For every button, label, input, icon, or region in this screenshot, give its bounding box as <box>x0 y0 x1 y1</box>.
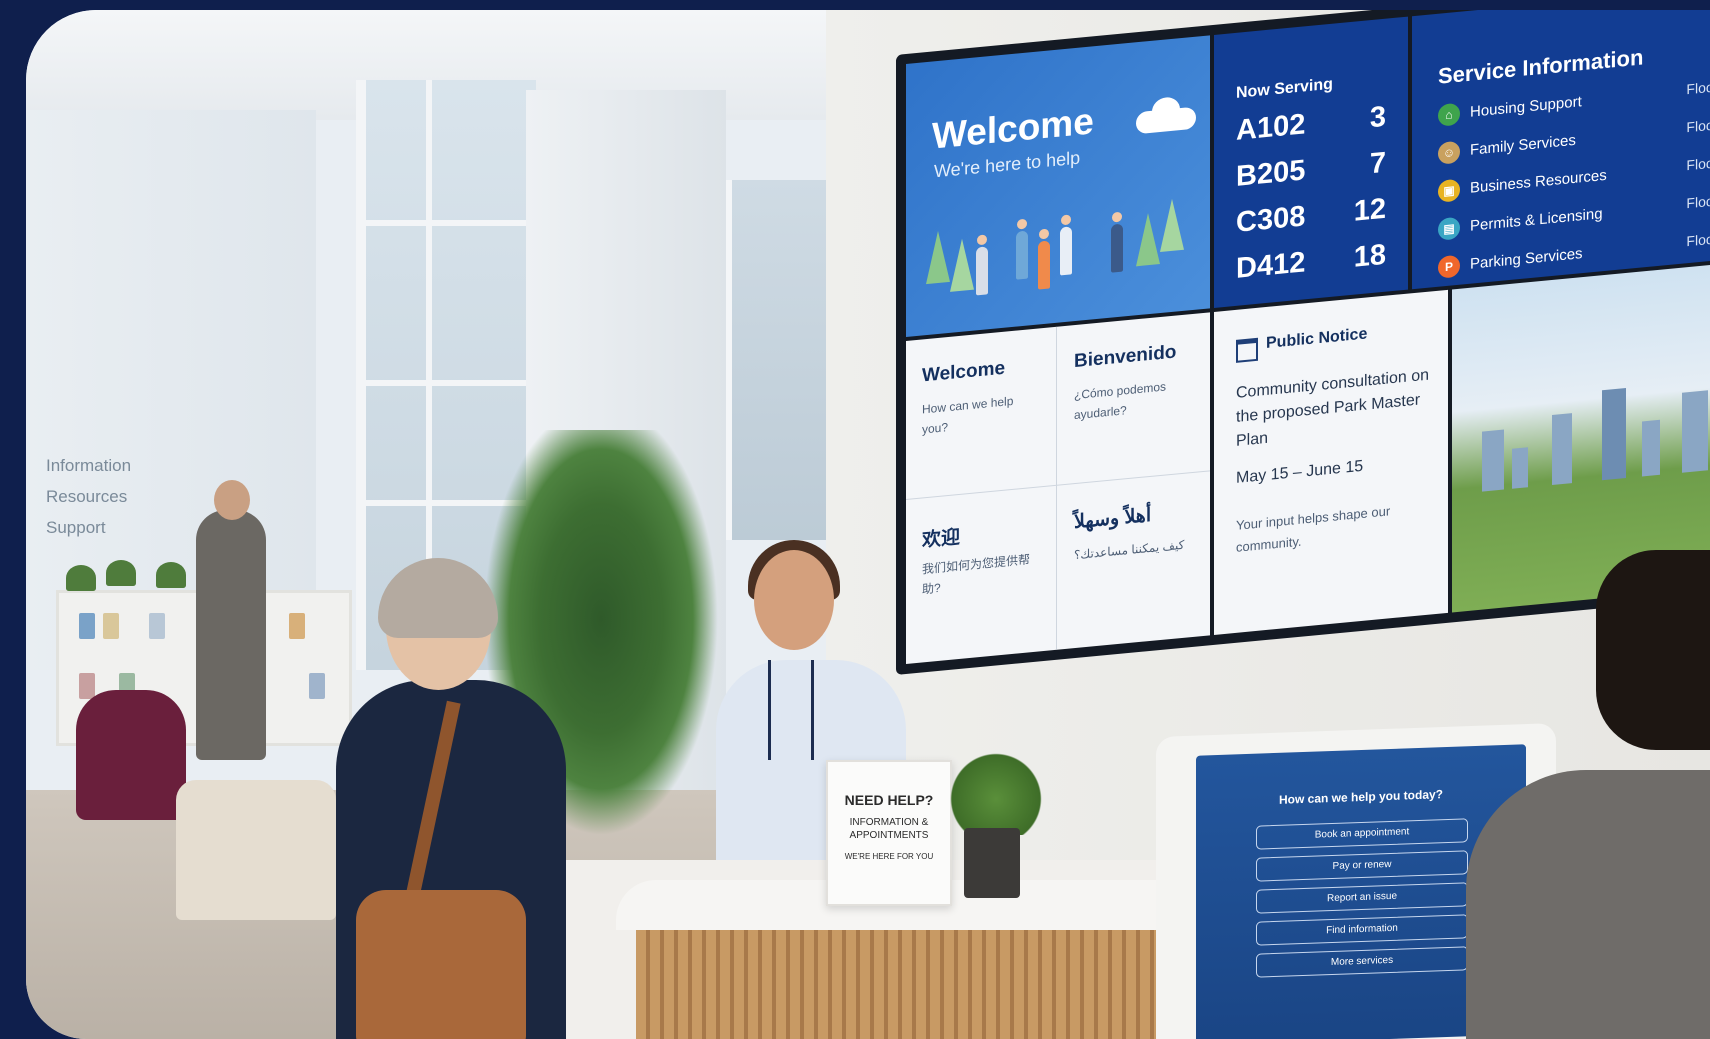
person-figure-icon <box>1111 223 1123 273</box>
wall-word-information: Information <box>46 456 132 475</box>
public-notice-footer: Your input helps shape our community. <box>1236 503 1391 555</box>
kiosk-book-appointment-button[interactable]: Book an appointment <box>1256 818 1468 850</box>
small-plant <box>156 562 186 588</box>
reception-desk-wood-slats <box>636 930 1216 1039</box>
home-icon: ⌂ <box>1438 102 1460 127</box>
armchair <box>176 780 336 920</box>
lanyard <box>768 660 814 760</box>
public-notice-dates: May 15 – June 15 <box>1236 457 1364 487</box>
wall-word-support: Support <box>46 518 106 537</box>
public-notice-heading: Public Notice <box>1266 325 1368 353</box>
serving-row: D412 18 <box>1236 239 1386 286</box>
welcome-chinese-text: 我们如何为您提供帮助? <box>922 552 1031 597</box>
service-label: Housing Support <box>1470 93 1582 121</box>
kiosk-find-information-button[interactable]: Find information <box>1256 914 1468 946</box>
tree-icon <box>1136 212 1160 267</box>
service-floor: Floor 2 <box>1686 191 1710 212</box>
kiosk-question: How can we help you today? <box>1278 787 1444 807</box>
multilingual-welcome-panel: Welcome How can we help you? Bienvenido … <box>906 312 1210 665</box>
service-label: Family Services <box>1470 131 1576 159</box>
person-figure-icon <box>976 246 988 296</box>
welcome-english: Welcome How can we help you? <box>906 327 1052 497</box>
small-plant <box>106 560 136 586</box>
background-person-head <box>214 480 250 520</box>
sign-footer: WE'RE HERE FOR YOU <box>844 852 934 861</box>
service-information-panel: Service Information ⌂ Housing Support Fl… <box>1412 10 1710 290</box>
serving-row: C308 12 <box>1236 193 1386 240</box>
divider <box>1056 326 1057 650</box>
shoulder-bag <box>356 890 526 1039</box>
video-wall-display: Welcome We're here to help Now Serving A… <box>896 10 1710 676</box>
plant-pot <box>964 828 1020 898</box>
counter-number: 18 <box>1353 238 1386 274</box>
service-floor: Floor 1 <box>1686 77 1710 98</box>
sign-subtitle: INFORMATION & APPOINTMENTS <box>849 817 929 841</box>
welcome-chinese-title: 欢迎 <box>922 526 961 552</box>
briefcase-icon: ▣ <box>1438 178 1460 203</box>
kiosk-pay-renew-button[interactable]: Pay or renew <box>1256 850 1468 882</box>
desk-plant <box>946 745 1046 835</box>
ticket-number: B205 <box>1236 154 1306 193</box>
ticket-number: C308 <box>1236 200 1306 239</box>
ticket-number: D412 <box>1236 246 1306 285</box>
family-icon: ☺ <box>1438 140 1460 165</box>
cloud-icon <box>1136 106 1196 135</box>
welcome-spanish-text: ¿Cómo podemos ayudarle? <box>1074 379 1167 423</box>
staff-face <box>754 550 834 650</box>
serving-row: B205 7 <box>1236 147 1386 194</box>
welcome-arabic: أهلاً وسهلاً كيف يمكننا مساعدتك؟ <box>1058 473 1204 643</box>
tree-icon <box>1160 197 1184 253</box>
service-label: Parking Services <box>1470 245 1583 273</box>
kiosk-user-hair <box>1596 550 1710 750</box>
person-figure-icon <box>1038 240 1050 290</box>
serving-row: A102 3 <box>1236 101 1386 148</box>
city-building <box>1552 413 1572 485</box>
building-icon <box>1236 337 1258 363</box>
background-person-seated <box>76 690 186 820</box>
counter-number: 12 <box>1353 192 1386 228</box>
city-building <box>1482 429 1504 492</box>
city-building <box>1682 390 1708 473</box>
ticket-number: A102 <box>1236 108 1306 147</box>
document-icon: ▤ <box>1438 216 1460 241</box>
sign-title: NEED HELP? <box>844 792 934 808</box>
tree-icon <box>926 229 950 285</box>
welcome-english-title: Welcome <box>922 357 1006 387</box>
person-figure-icon <box>1060 226 1072 276</box>
city-building <box>1602 387 1626 481</box>
welcome-arabic-title: أهلاً وسهلاً <box>1074 504 1152 534</box>
tree-icon <box>950 237 974 292</box>
now-serving-heading: Now Serving <box>1236 75 1333 102</box>
now-serving-panel: Now Serving A102 3 B205 7 C308 12 D412 1… <box>1214 16 1408 308</box>
kiosk-report-issue-button[interactable]: Report an issue <box>1256 882 1468 914</box>
counter-number: 7 <box>1369 146 1386 181</box>
service-floor: Floor 3 <box>1686 229 1710 250</box>
need-help-sign: NEED HELP? INFORMATION & APPOINTMENTS WE… <box>826 760 952 906</box>
welcome-spanish: Bienvenido ¿Cómo podemos ayudarle? <box>1058 313 1204 483</box>
city-building <box>1512 447 1528 489</box>
public-notice-panel: Public Notice Community consultation on … <box>1214 289 1448 635</box>
welcome-arabic-text: كيف يمكننا مساعدتك؟ <box>1074 537 1185 563</box>
city-building <box>1642 419 1660 477</box>
background-person-standing <box>196 510 266 760</box>
wall-word-resources: Resources <box>46 487 128 506</box>
welcome-panel: Welcome We're here to help <box>906 35 1210 338</box>
service-floor: Floor 1 <box>1686 115 1710 136</box>
public-notice-body: Community consultation on the proposed P… <box>1236 366 1429 450</box>
welcome-chinese: 欢迎 我们如何为您提供帮助? <box>906 487 1052 657</box>
wall-lettering: Information Resources Support <box>46 450 131 543</box>
service-floor: Floor 2 <box>1686 153 1710 174</box>
service-label: Business Resources <box>1470 166 1607 197</box>
person-figure-icon <box>1016 230 1028 280</box>
small-plant <box>66 565 96 591</box>
parking-icon: P <box>1438 254 1460 279</box>
photo-frame: Information Resources Support Welcome We… <box>26 10 1710 1039</box>
welcome-english-text: How can we help you? <box>922 393 1014 437</box>
service-label: Permits & Licensing <box>1470 205 1603 235</box>
kiosk-more-services-button[interactable]: More services <box>1256 946 1468 978</box>
welcome-spanish-title: Bienvenido <box>1074 341 1177 373</box>
counter-number: 3 <box>1369 100 1386 135</box>
kiosk-user <box>1466 770 1710 1039</box>
service-information-heading: Service Information <box>1438 44 1644 89</box>
